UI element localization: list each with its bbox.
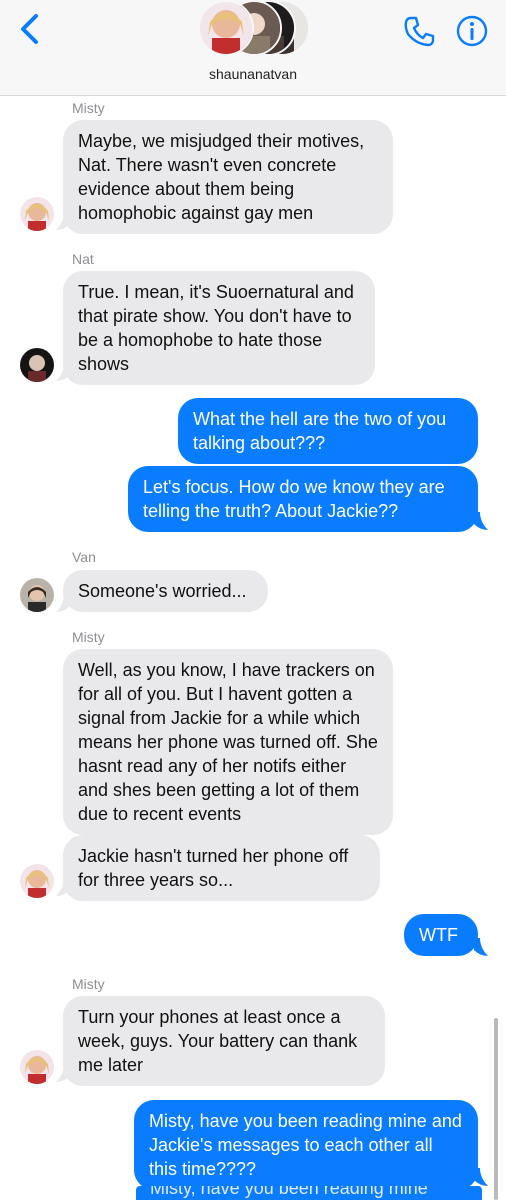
bubble-tail	[56, 1064, 70, 1082]
group-avatar[interactable]	[198, 0, 310, 56]
sender-label: Misty	[72, 100, 105, 116]
bubble-tail	[56, 363, 70, 381]
sender-label: Van	[72, 549, 96, 565]
bubble-tail	[474, 938, 488, 956]
bubble-tail	[474, 1168, 488, 1186]
message-bubble[interactable]: Maybe, we misjudged their motives, Nat. …	[63, 120, 393, 234]
bubble-tail	[56, 878, 70, 896]
bubble-tail	[56, 212, 70, 230]
group-name[interactable]: shaunanatvan	[0, 66, 506, 82]
sender-label: Misty	[72, 629, 105, 645]
avatar	[198, 0, 254, 56]
conversation-header: shaunanatvan	[0, 0, 506, 96]
scrollbar[interactable]	[494, 1018, 498, 1200]
message-bubble[interactable]: True. I mean, it's Suoernatural and that…	[63, 271, 375, 385]
avatar[interactable]	[20, 348, 54, 382]
message-text: Misty, have you been reading mine	[150, 1186, 428, 1198]
chevron-left-icon[interactable]	[16, 12, 44, 46]
avatar[interactable]	[20, 1050, 54, 1084]
message-bubble[interactable]: What the hell are the two of you talking…	[178, 398, 478, 464]
message-bubble[interactable]: Misty, have you been reading mine and Ja…	[134, 1100, 478, 1190]
avatar[interactable]	[20, 578, 54, 612]
message-bubble[interactable]: Well, as you know, I have trackers on fo…	[63, 649, 393, 835]
sender-label: Nat	[72, 251, 94, 267]
bubble-tail	[56, 594, 70, 612]
info-icon[interactable]	[455, 14, 489, 48]
avatar[interactable]	[20, 197, 54, 231]
message-bubble[interactable]: Someone's worried...	[63, 570, 268, 612]
bubble-tail	[474, 512, 488, 530]
message-bubble[interactable]: Turn your phones at least once a week, g…	[63, 996, 385, 1086]
message-bubble[interactable]: Let's focus. How do we know they are tel…	[128, 466, 478, 532]
phone-icon[interactable]	[402, 14, 436, 48]
avatar[interactable]	[20, 864, 54, 898]
sender-label: Misty	[72, 976, 105, 992]
message-bubble[interactable]: Misty, have you been reading mine	[136, 1186, 482, 1200]
message-bubble[interactable]: WTF	[404, 914, 478, 956]
message-bubble[interactable]: Jackie hasn't turned her phone off for t…	[63, 835, 380, 901]
